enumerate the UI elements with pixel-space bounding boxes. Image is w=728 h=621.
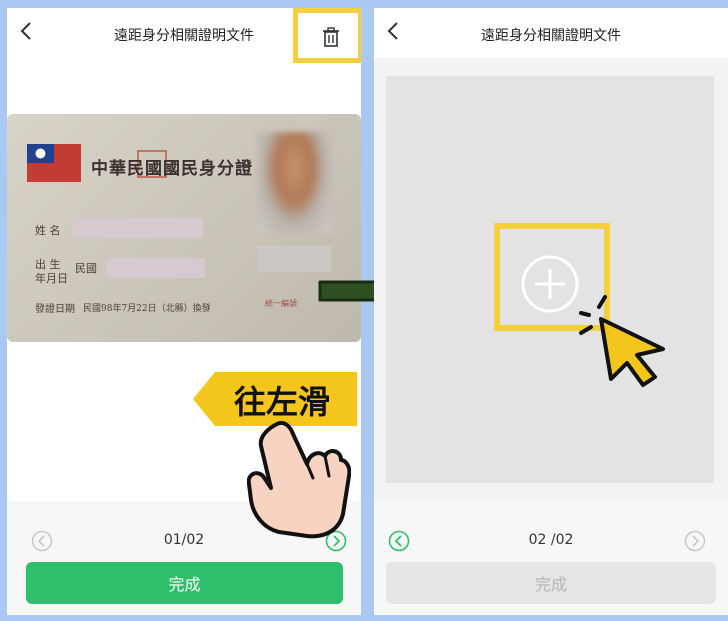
circle-chevron-right-icon[interactable]: [684, 530, 706, 552]
birth-value-redacted: [107, 258, 205, 278]
issue-value: 民國98年7月22日（北縣）換發: [83, 304, 211, 314]
birth-label-2: 年月日: [35, 272, 68, 285]
birth-value: 民國: [75, 262, 97, 275]
done-button[interactable]: 完成: [386, 562, 716, 604]
issue-label: 發證日期: [35, 304, 75, 315]
name-value-redacted: [73, 218, 203, 238]
flag-icon: [27, 144, 81, 182]
trash-icon: [323, 27, 339, 47]
screen-page-2: 遠距身分相關證明文件 02 /02 完成: [374, 8, 728, 615]
name-label: 姓 名: [35, 224, 61, 237]
photo-note: 統一編號: [265, 299, 297, 308]
plus-circle-icon[interactable]: [519, 253, 581, 315]
screen-page-1: 遠距身分相關證明文件 中華民國國民身分證 姓 名 出 生 年月日 民國 發證日期…: [7, 8, 361, 615]
delete-button[interactable]: [293, 8, 361, 63]
page-indicator: 02 /02: [528, 532, 574, 548]
navbar: 遠距身分相關證明文件: [374, 8, 728, 58]
swipe-hint-text: 往左滑: [233, 383, 330, 421]
portrait-photo-blurred: [257, 132, 331, 234]
card-title: 中華民國國民身分證: [91, 159, 253, 179]
page-title: 遠距身分相關證明文件: [481, 28, 621, 44]
id-card-image: 中華民國國民身分證 姓 名 出 生 年月日 民國 發證日期 民國98年7月22日…: [7, 114, 361, 342]
swipe-hand-icon: [247, 421, 351, 539]
pointer-cursor-icon: [579, 295, 665, 387]
pager: 02 /02: [374, 524, 728, 556]
done-button[interactable]: 完成: [26, 562, 343, 604]
